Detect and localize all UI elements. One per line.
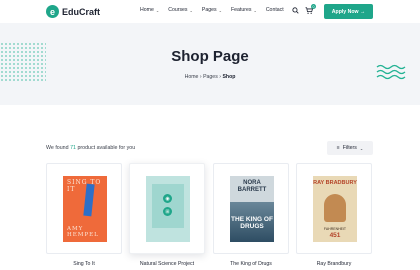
chevron-down-icon: ⌄ xyxy=(218,7,222,13)
apply-now-button[interactable]: Apply Now → xyxy=(324,4,373,19)
breadcrumb-pages[interactable]: Pages xyxy=(203,74,218,80)
nav-item-contact[interactable]: Contact xyxy=(266,7,284,13)
cart-count-badge: 0 xyxy=(311,4,316,9)
chevron-down-icon: ⌄ xyxy=(155,7,160,13)
wave-decoration-icon xyxy=(376,64,406,80)
site-header: e EduCraft Home ⌄ Courses ⌄ Pages ⌄ Feature… xyxy=(0,0,420,23)
result-suffix: product available for you xyxy=(75,145,136,151)
cover-art xyxy=(152,184,184,228)
cover-author: NORA BARRETT xyxy=(237,180,267,193)
filters-dropdown[interactable]: ≡ Filters ⌄ xyxy=(327,141,373,155)
cover-art xyxy=(324,194,346,222)
search-icon[interactable] xyxy=(292,7,299,14)
product-title[interactable]: The King of Drugs xyxy=(213,261,289,267)
product-title[interactable]: Ray Brandbury xyxy=(296,261,372,267)
cover-author: RAY BRADBURY xyxy=(313,180,357,186)
breadcrumb: Home › Pages › Shop xyxy=(0,74,420,80)
product-card-king-of-drugs[interactable]: NORA BARRETT THE KING OF DRUGS xyxy=(213,163,289,254)
breadcrumb-current: Shop xyxy=(222,74,236,80)
chevron-down-icon: ⌄ xyxy=(359,145,364,151)
product-card-natural-science[interactable]: ◉ ⊞ xyxy=(129,163,205,254)
page-title: Shop Page xyxy=(171,48,249,65)
book-cover-image: NORA BARRETT THE KING OF DRUGS xyxy=(230,176,274,242)
chevron-down-icon: ⌄ xyxy=(253,7,257,13)
cover-number: 451 xyxy=(329,232,341,239)
result-prefix: We found xyxy=(46,145,71,151)
cart-icon[interactable]: ⊞ xyxy=(163,207,172,216)
book-cover-image: RAY BRADBURY FAHRENHEIT 451 xyxy=(313,176,357,242)
cover-title: THE KING OF DRUGS xyxy=(231,216,273,230)
cover-author: AMY HEMPEL xyxy=(67,226,99,238)
main-nav: Home ⌄ Courses ⌄ Pages ⌄ Features ⌄ Contact xyxy=(140,7,293,13)
nav-item-home[interactable]: Home ⌄ xyxy=(140,7,159,13)
breadcrumb-separator: › xyxy=(199,74,202,80)
product-title[interactable]: Sing To It xyxy=(46,261,122,267)
logo[interactable]: e EduCraft xyxy=(46,5,100,18)
nav-item-features[interactable]: Features ⌄ xyxy=(231,7,257,13)
page-hero: Shop Page Home › Pages › Shop xyxy=(0,23,420,105)
logo-text: EduCraft xyxy=(62,6,100,17)
logo-mark-icon: e xyxy=(46,5,59,18)
breadcrumb-home[interactable]: Home xyxy=(185,74,199,80)
cover-title: SING TO IT xyxy=(67,179,102,193)
nav-label: Pages xyxy=(201,7,217,13)
nav-item-courses[interactable]: Courses ⌄ xyxy=(168,7,193,13)
nav-item-pages[interactable]: Pages ⌄ xyxy=(202,7,222,13)
book-cover-image: SING TO IT AMY HEMPEL xyxy=(63,176,107,242)
cover-title: FAHRENHEIT xyxy=(323,227,347,231)
nav-label: Features xyxy=(230,7,252,13)
nav-label: Courses xyxy=(168,7,188,13)
nav-label: Home xyxy=(140,7,154,13)
breadcrumb-separator: › xyxy=(219,74,221,80)
filters-label: Filters xyxy=(342,145,357,151)
chevron-down-icon: ⌄ xyxy=(189,7,193,13)
eye-icon[interactable]: ◉ xyxy=(163,194,172,203)
product-card-sing-to-it[interactable]: SING TO IT AMY HEMPEL xyxy=(46,163,122,254)
product-title[interactable]: Natural Science Project xyxy=(129,261,205,267)
filter-icon: ≡ xyxy=(336,145,340,151)
nav-label: Contact xyxy=(265,7,284,13)
book-cover-image: ◉ ⊞ xyxy=(146,176,190,242)
product-card-ray-bradbury[interactable]: RAY BRADBURY FAHRENHEIT 451 xyxy=(296,163,372,254)
result-count-text: We found 71 product available for you xyxy=(46,145,135,151)
